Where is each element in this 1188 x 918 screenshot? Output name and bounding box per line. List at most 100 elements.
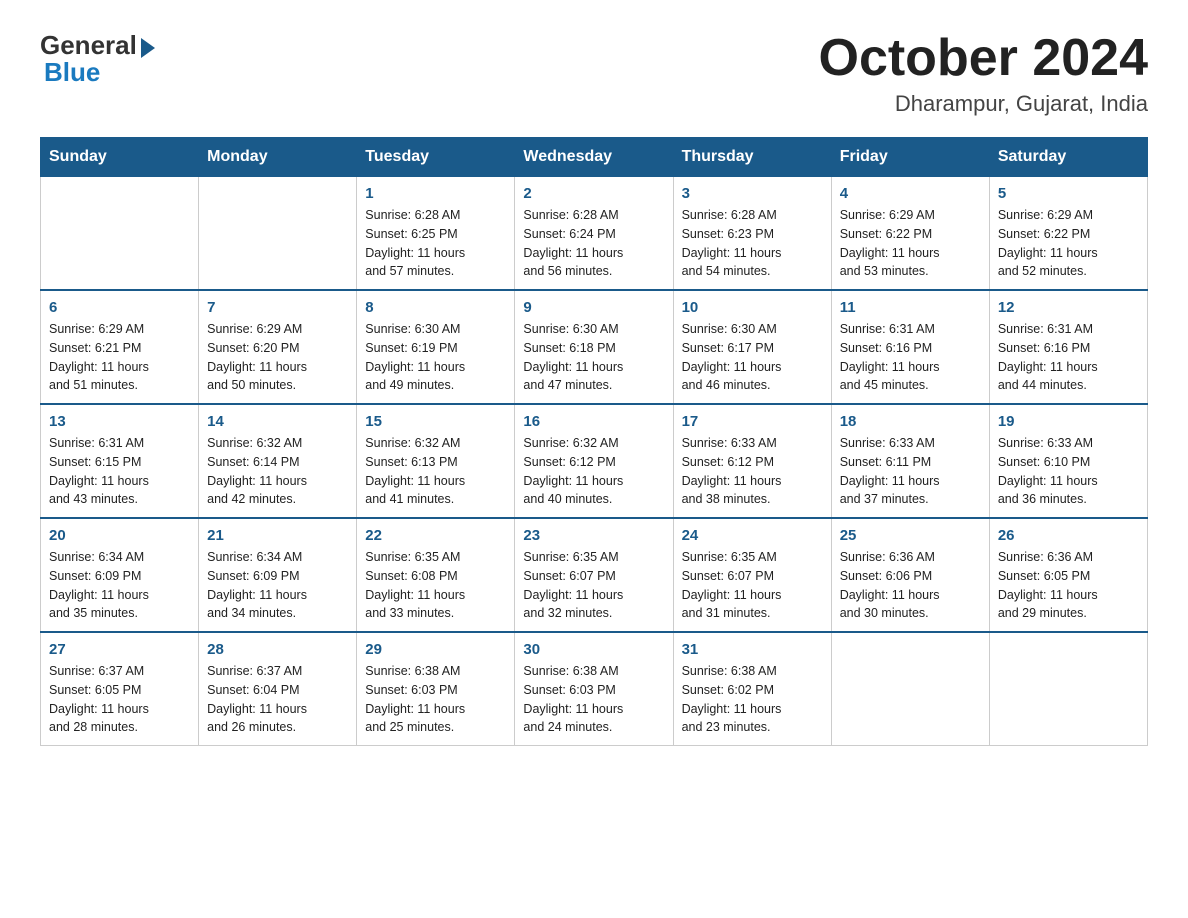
day-number: 4 — [840, 185, 981, 202]
day-number: 19 — [998, 413, 1139, 430]
location-text: Dharampur, Gujarat, India — [819, 91, 1149, 117]
calendar-cell — [199, 177, 357, 291]
day-info: Sunrise: 6:32 AM Sunset: 6:13 PM Dayligh… — [365, 434, 506, 509]
calendar-cell: 29 Sunrise: 6:38 AM Sunset: 6:03 PM Dayli… — [357, 632, 515, 746]
calendar-cell: 28 Sunrise: 6:37 AM Sunset: 6:04 PM Dayli… — [199, 632, 357, 746]
day-info: Sunrise: 6:29 AM Sunset: 6:22 PM Dayligh… — [840, 206, 981, 281]
day-number: 9 — [523, 299, 664, 316]
day-number: 7 — [207, 299, 348, 316]
calendar-cell: 30 Sunrise: 6:38 AM Sunset: 6:03 PM Dayli… — [515, 632, 673, 746]
calendar-cell: 14 Sunrise: 6:32 AM Sunset: 6:14 PM Dayli… — [199, 404, 357, 518]
calendar-cell — [41, 177, 199, 291]
day-number: 30 — [523, 641, 664, 658]
calendar-cell: 22 Sunrise: 6:35 AM Sunset: 6:08 PM Dayli… — [357, 518, 515, 632]
calendar-cell: 25 Sunrise: 6:36 AM Sunset: 6:06 PM Dayli… — [831, 518, 989, 632]
calendar-week-row: 13 Sunrise: 6:31 AM Sunset: 6:15 PM Dayli… — [41, 404, 1148, 518]
logo: General Blue — [40, 30, 155, 88]
month-title: October 2024 — [819, 30, 1149, 87]
day-info: Sunrise: 6:30 AM Sunset: 6:17 PM Dayligh… — [682, 320, 823, 395]
calendar-cell: 1 Sunrise: 6:28 AM Sunset: 6:25 PM Daylig… — [357, 177, 515, 291]
day-info: Sunrise: 6:36 AM Sunset: 6:05 PM Dayligh… — [998, 548, 1139, 623]
weekday-header-saturday: Saturday — [989, 138, 1147, 177]
day-number: 28 — [207, 641, 348, 658]
day-number: 26 — [998, 527, 1139, 544]
calendar-cell: 3 Sunrise: 6:28 AM Sunset: 6:23 PM Daylig… — [673, 177, 831, 291]
day-number: 10 — [682, 299, 823, 316]
day-info: Sunrise: 6:38 AM Sunset: 6:03 PM Dayligh… — [365, 662, 506, 737]
calendar-cell: 31Sunrise: 6:38 AM Sunset: 6:02 PM Dayli… — [673, 632, 831, 746]
day-number: 22 — [365, 527, 506, 544]
day-number: 23 — [523, 527, 664, 544]
day-number: 18 — [840, 413, 981, 430]
day-info: Sunrise: 6:30 AM Sunset: 6:19 PM Dayligh… — [365, 320, 506, 395]
day-number: 25 — [840, 527, 981, 544]
day-info: Sunrise: 6:29 AM Sunset: 6:21 PM Dayligh… — [49, 320, 190, 395]
day-number: 29 — [365, 641, 506, 658]
day-number: 31 — [682, 641, 823, 658]
day-info: Sunrise: 6:31 AM Sunset: 6:15 PM Dayligh… — [49, 434, 190, 509]
day-info: Sunrise: 6:28 AM Sunset: 6:24 PM Dayligh… — [523, 206, 664, 281]
day-number: 11 — [840, 299, 981, 316]
title-section: October 2024 Dharampur, Gujarat, India — [819, 30, 1149, 117]
calendar-cell — [989, 632, 1147, 746]
calendar-cell: 11 Sunrise: 6:31 AM Sunset: 6:16 PM Dayli… — [831, 290, 989, 404]
calendar-cell: 17 Sunrise: 6:33 AM Sunset: 6:12 PM Dayli… — [673, 404, 831, 518]
day-number: 21 — [207, 527, 348, 544]
day-info: Sunrise: 6:28 AM Sunset: 6:25 PM Dayligh… — [365, 206, 506, 281]
day-number: 3 — [682, 185, 823, 202]
day-number: 2 — [523, 185, 664, 202]
day-number: 13 — [49, 413, 190, 430]
calendar-cell: 27 Sunrise: 6:37 AM Sunset: 6:05 PM Dayli… — [41, 632, 199, 746]
weekday-header-row: SundayMondayTuesdayWednesdayThursdayFrid… — [41, 138, 1148, 177]
calendar-week-row: 1 Sunrise: 6:28 AM Sunset: 6:25 PM Daylig… — [41, 177, 1148, 291]
calendar-cell: 18 Sunrise: 6:33 AM Sunset: 6:11 PM Dayli… — [831, 404, 989, 518]
day-number: 17 — [682, 413, 823, 430]
calendar-cell: 4 Sunrise: 6:29 AM Sunset: 6:22 PM Daylig… — [831, 177, 989, 291]
day-info: Sunrise: 6:36 AM Sunset: 6:06 PM Dayligh… — [840, 548, 981, 623]
calendar-cell: 19Sunrise: 6:33 AM Sunset: 6:10 PM Dayli… — [989, 404, 1147, 518]
calendar-cell: 15Sunrise: 6:32 AM Sunset: 6:13 PM Dayli… — [357, 404, 515, 518]
calendar-cell: 7 Sunrise: 6:29 AM Sunset: 6:20 PM Daylig… — [199, 290, 357, 404]
calendar-cell: 16Sunrise: 6:32 AM Sunset: 6:12 PM Dayli… — [515, 404, 673, 518]
calendar-cell: 10 Sunrise: 6:30 AM Sunset: 6:17 PM Dayli… — [673, 290, 831, 404]
day-number: 14 — [207, 413, 348, 430]
day-info: Sunrise: 6:35 AM Sunset: 6:08 PM Dayligh… — [365, 548, 506, 623]
day-info: Sunrise: 6:35 AM Sunset: 6:07 PM Dayligh… — [523, 548, 664, 623]
day-info: Sunrise: 6:33 AM Sunset: 6:11 PM Dayligh… — [840, 434, 981, 509]
calendar-week-row: 6Sunrise: 6:29 AM Sunset: 6:21 PM Daylig… — [41, 290, 1148, 404]
calendar-table: SundayMondayTuesdayWednesdayThursdayFrid… — [40, 137, 1148, 746]
day-info: Sunrise: 6:29 AM Sunset: 6:22 PM Dayligh… — [998, 206, 1139, 281]
day-info: Sunrise: 6:38 AM Sunset: 6:03 PM Dayligh… — [523, 662, 664, 737]
calendar-cell: 8Sunrise: 6:30 AM Sunset: 6:19 PM Daylig… — [357, 290, 515, 404]
calendar-cell: 12Sunrise: 6:31 AM Sunset: 6:16 PM Dayli… — [989, 290, 1147, 404]
weekday-header-monday: Monday — [199, 138, 357, 177]
day-number: 20 — [49, 527, 190, 544]
page-header: General Blue October 2024 Dharampur, Guj… — [40, 30, 1148, 117]
day-info: Sunrise: 6:33 AM Sunset: 6:12 PM Dayligh… — [682, 434, 823, 509]
day-info: Sunrise: 6:32 AM Sunset: 6:14 PM Dayligh… — [207, 434, 348, 509]
day-info: Sunrise: 6:29 AM Sunset: 6:20 PM Dayligh… — [207, 320, 348, 395]
calendar-cell: 13 Sunrise: 6:31 AM Sunset: 6:15 PM Dayli… — [41, 404, 199, 518]
day-info: Sunrise: 6:28 AM Sunset: 6:23 PM Dayligh… — [682, 206, 823, 281]
calendar-cell: 5Sunrise: 6:29 AM Sunset: 6:22 PM Daylig… — [989, 177, 1147, 291]
logo-blue-text: Blue — [44, 57, 100, 88]
day-info: Sunrise: 6:31 AM Sunset: 6:16 PM Dayligh… — [840, 320, 981, 395]
calendar-week-row: 20 Sunrise: 6:34 AM Sunset: 6:09 PM Dayli… — [41, 518, 1148, 632]
day-number: 24 — [682, 527, 823, 544]
day-number: 1 — [365, 185, 506, 202]
weekday-header-tuesday: Tuesday — [357, 138, 515, 177]
calendar-cell: 9Sunrise: 6:30 AM Sunset: 6:18 PM Daylig… — [515, 290, 673, 404]
logo-arrow-icon — [141, 38, 155, 58]
day-number: 27 — [49, 641, 190, 658]
day-info: Sunrise: 6:37 AM Sunset: 6:04 PM Dayligh… — [207, 662, 348, 737]
calendar-cell: 20 Sunrise: 6:34 AM Sunset: 6:09 PM Dayli… — [41, 518, 199, 632]
day-info: Sunrise: 6:34 AM Sunset: 6:09 PM Dayligh… — [49, 548, 190, 623]
calendar-cell: 6Sunrise: 6:29 AM Sunset: 6:21 PM Daylig… — [41, 290, 199, 404]
day-number: 12 — [998, 299, 1139, 316]
calendar-cell — [831, 632, 989, 746]
day-info: Sunrise: 6:37 AM Sunset: 6:05 PM Dayligh… — [49, 662, 190, 737]
weekday-header-friday: Friday — [831, 138, 989, 177]
day-info: Sunrise: 6:34 AM Sunset: 6:09 PM Dayligh… — [207, 548, 348, 623]
day-info: Sunrise: 6:35 AM Sunset: 6:07 PM Dayligh… — [682, 548, 823, 623]
calendar-cell: 2 Sunrise: 6:28 AM Sunset: 6:24 PM Daylig… — [515, 177, 673, 291]
